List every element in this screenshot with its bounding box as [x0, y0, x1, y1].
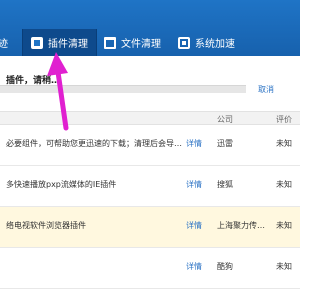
- tab-plugin-cleanup[interactable]: 插件清理: [22, 29, 97, 56]
- top-tab-bar: 迹 插件清理 文件清理 系统加速: [0, 0, 300, 56]
- plugin-rating: 未知: [276, 139, 292, 148]
- detail-link[interactable]: 详情: [186, 138, 202, 149]
- plugin-company: 上海聚力传…: [217, 221, 265, 230]
- tab-traces-label: 迹: [0, 39, 8, 50]
- plugin-description: 多快速播放pxp流媒体的IE插件: [6, 180, 117, 189]
- tab-traces[interactable]: 迹: [0, 29, 8, 56]
- plugin-description: 络电视软件浏览器插件: [6, 221, 86, 230]
- plugin-company: 酷狗: [217, 262, 233, 271]
- tab-file-cleanup-label: 文件清理: [121, 39, 161, 50]
- scan-panel: 插件，请稍…: [0, 56, 300, 106]
- tab-system-speedup-label: 系统加速: [195, 39, 235, 50]
- column-header-rating: 评价: [276, 115, 292, 124]
- plugin-company: 迅雷: [217, 139, 233, 148]
- table-row[interactable]: 多快速播放pxp流媒体的IE插件 详情 搜狐 未知: [0, 166, 300, 207]
- cancel-link[interactable]: 取消: [258, 84, 274, 95]
- plugin-description: 必要组件，可帮助您更迅速的下载；清理后会导…: [6, 139, 182, 148]
- tab-system-speedup[interactable]: 系统加速: [178, 29, 235, 56]
- speedup-icon: [178, 36, 190, 49]
- column-header-company: 公司: [217, 115, 233, 124]
- plugin-company: 搜狐: [217, 180, 233, 189]
- tab-plugin-cleanup-label: 插件清理: [48, 39, 88, 50]
- table-row[interactable]: 详情 酷狗 未知: [0, 248, 300, 289]
- table-header: 公司 评价: [0, 111, 300, 125]
- plugin-rating: 未知: [276, 221, 292, 230]
- scan-progress-bar: [0, 85, 246, 93]
- plugin-rating: 未知: [276, 262, 292, 271]
- tab-file-cleanup[interactable]: 文件清理: [104, 29, 161, 56]
- detail-link[interactable]: 详情: [186, 220, 202, 231]
- plugin-icon: [31, 36, 43, 49]
- table-row-selected[interactable]: 络电视软件浏览器插件 详情 上海聚力传… 未知: [0, 207, 300, 248]
- plugin-rating: 未知: [276, 180, 292, 189]
- table-row[interactable]: 必要组件，可帮助您更迅速的下载；清理后会导… 详情 迅雷 未知: [0, 125, 300, 166]
- detail-link[interactable]: 详情: [186, 179, 202, 190]
- trash-icon: [104, 36, 116, 49]
- detail-link[interactable]: 详情: [186, 261, 202, 272]
